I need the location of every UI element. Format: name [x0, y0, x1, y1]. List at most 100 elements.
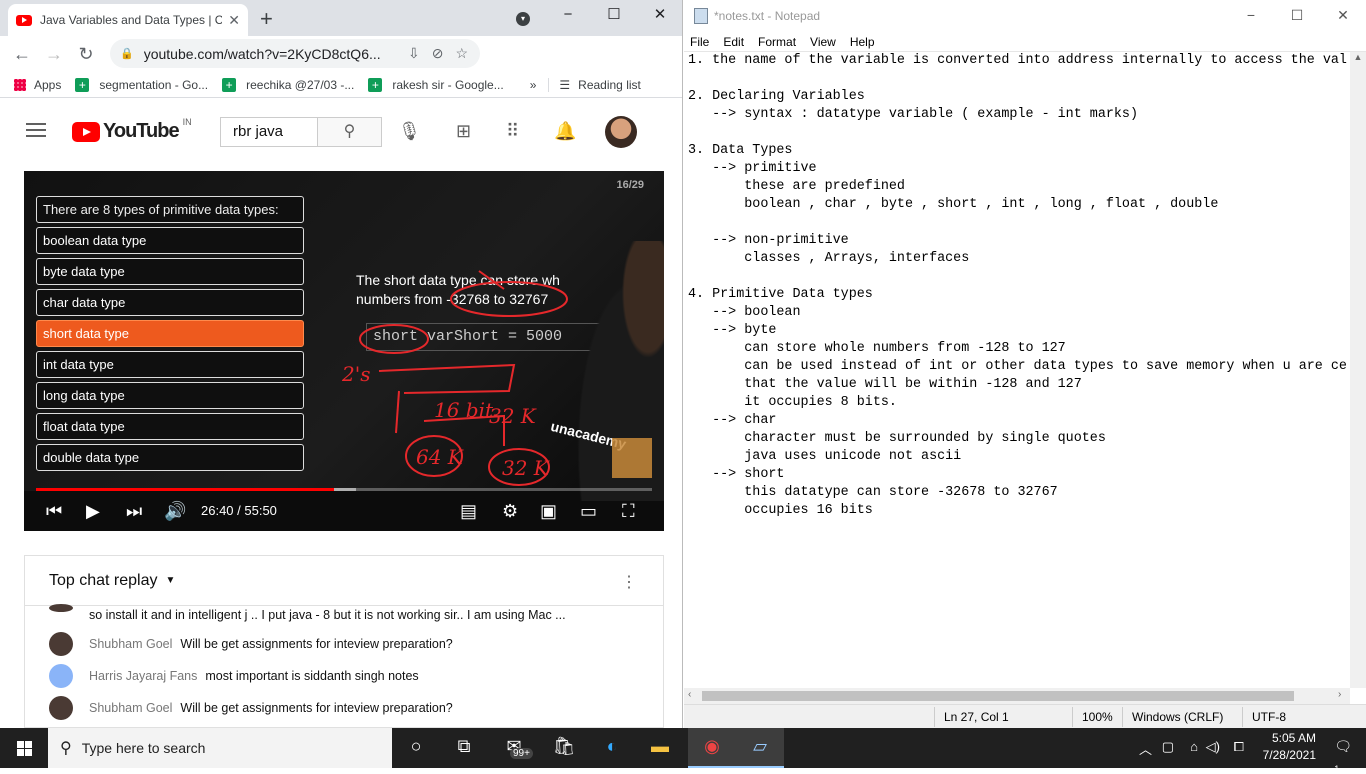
text-line: --> syntax : datatype variable ( example… — [688, 107, 1138, 122]
create-video-icon[interactable]: ⊞ — [456, 121, 471, 142]
apps-icon[interactable]: ⠿ — [506, 121, 519, 142]
bookmark-apps[interactable]: Apps — [14, 78, 61, 92]
menu-help[interactable]: Help — [850, 35, 875, 49]
tab-close-icon[interactable]: ✕ — [228, 12, 240, 29]
chevron-down-icon: ▼ — [165, 575, 176, 586]
maximize-button[interactable]: ☐ — [1274, 0, 1320, 32]
chat-text: Will be get assignments for inteview pre… — [180, 637, 453, 651]
pen-annotations: 2's 16 bit 32 K 64 K 32 K — [341, 270, 568, 486]
chat-author[interactable]: Shubham Goel — [89, 637, 172, 651]
bookmarks-overflow-button[interactable]: » — [530, 78, 537, 92]
text-line: can be used instead of int or other data… — [688, 359, 1347, 374]
reading-list-button[interactable]: ☰ Reading list — [548, 77, 641, 92]
ink-label: 16 bit — [434, 398, 494, 422]
video-progress-bar[interactable] — [36, 488, 652, 491]
hamburger-menu-icon[interactable] — [26, 123, 46, 137]
youtube-favicon-icon — [16, 14, 32, 26]
chat-header[interactable]: Top chat replay ▼ — [25, 556, 663, 606]
file-explorer-icon[interactable]: ▬ — [636, 736, 684, 757]
volume-icon[interactable]: ◁) — [1206, 739, 1220, 755]
chat-author[interactable]: Harris Jayaraj Fans — [89, 669, 197, 683]
theater-mode-icon[interactable]: ▭ — [580, 501, 597, 522]
bookmark-reechika[interactable]: + reechika @27/03 -... — [222, 77, 354, 92]
tab-search-icon[interactable]: ▾ — [516, 12, 530, 26]
chat-author[interactable]: Shubham Goel — [89, 701, 172, 715]
edge-icon[interactable]: ◐ — [588, 736, 636, 757]
play-icon[interactable]: ▶ — [86, 501, 100, 522]
encoding: UTF-8 — [1252, 710, 1286, 724]
url-text[interactable]: youtube.com/watch?v=2KyCD8ctQ6... — [144, 46, 408, 62]
text-line: classes , Arrays, interfaces — [688, 251, 970, 266]
horizontal-scrollbar[interactable]: ‹ › — [684, 688, 1350, 704]
menu-format[interactable]: Format — [758, 35, 796, 49]
video-player[interactable]: 16/29 There are 8 types of primitive dat… — [24, 171, 664, 531]
menu-file[interactable]: File — [690, 35, 709, 49]
scrollbar-thumb[interactable] — [702, 691, 1294, 701]
maximize-button[interactable]: ☐ — [591, 0, 637, 32]
reload-icon[interactable]: ↻ — [70, 44, 102, 65]
scroll-left-icon[interactable]: ‹ — [688, 689, 691, 700]
search-input[interactable]: rbr java — [221, 118, 317, 146]
next-icon[interactable]: ⏭ — [126, 501, 142, 522]
youtube-play-icon — [72, 121, 100, 142]
microphone-icon[interactable]: 🎙 — [398, 121, 421, 142]
back-icon[interactable]: ← — [6, 44, 38, 65]
install-icon[interactable]: ⇩ — [408, 45, 420, 62]
account-avatar[interactable] — [605, 116, 637, 148]
clock[interactable]: 5:05 AM 7/28/2021 — [1254, 731, 1316, 762]
chat-replay-panel: Top chat replay ▼ ⋮ so install it and in… — [24, 555, 664, 728]
bookmark-label: segmentation - Go... — [99, 77, 209, 92]
mail-app-icon[interactable]: ✉ 99+ — [490, 736, 538, 759]
action-icon[interactable]: ⧠ — [1234, 739, 1244, 755]
text-line: 4. Primitive Data types — [688, 287, 873, 302]
bookmark-rakesh[interactable]: + rakesh sir - Google... — [368, 77, 504, 92]
settings-gear-icon[interactable]: ⚙ — [502, 501, 518, 522]
notification-center-icon[interactable]: 🗨1 — [1334, 738, 1352, 774]
tracking-blocked-icon[interactable]: ⊘ — [432, 45, 444, 62]
chrome-taskbar-icon[interactable]: ◉ — [688, 728, 736, 768]
player-controls: ⏮ ▶ ⏭ 🔊 26:40 / 55:50 ▤ ⚙ ▣ ▭ ⛶ — [24, 495, 664, 531]
show-hidden-icons-icon[interactable]: ︿ — [1139, 739, 1152, 758]
tab-title: Java Variables and Data Types | Core Jav… — [40, 13, 222, 27]
chat-message: Shubham Goel Will be get assignments for… — [49, 696, 453, 720]
search-button[interactable]: ⚲ — [317, 118, 381, 146]
text-editor[interactable]: 1. the name of the variable is converted… — [688, 52, 1350, 688]
search-icon: ⚲ — [60, 740, 72, 757]
close-window-button[interactable]: ✕ — [637, 0, 682, 32]
notepad-taskbar-icon[interactable]: ▱ — [736, 728, 784, 768]
bookmark-star-icon[interactable]: ☆ — [455, 45, 468, 62]
channel-watermark-logo[interactable] — [612, 438, 652, 478]
menu-edit[interactable]: Edit — [723, 35, 744, 49]
new-tab-button[interactable]: + — [260, 6, 273, 32]
task-view-icon[interactable]: ⧉ — [440, 736, 488, 757]
taskbar: ⚲ Type here to search ○ ⧉ ✉ 99+ 🛍 ◐ ▬ ◉ ▱… — [0, 728, 1366, 774]
cortana-icon[interactable]: ○ — [392, 736, 440, 757]
miniplayer-icon[interactable]: ▣ — [540, 501, 557, 522]
scroll-right-icon[interactable]: › — [1338, 689, 1341, 700]
network-icon[interactable]: ⌂ — [1190, 739, 1198, 754]
minimize-button[interactable]: − — [545, 0, 591, 32]
address-bar[interactable]: 🔒 youtube.com/watch?v=2KyCD8ctQ6... ⇩ ⊘ … — [110, 39, 480, 68]
scroll-up-icon[interactable]: ▲ — [1350, 52, 1366, 62]
notifications-bell-icon[interactable]: 🔔 — [554, 121, 576, 142]
forward-icon[interactable]: → — [38, 44, 70, 65]
bookmark-segmentation[interactable]: + segmentation - Go... — [75, 77, 209, 92]
fullscreen-icon[interactable]: ⛶ — [622, 501, 635, 522]
minimize-button[interactable]: − — [1228, 0, 1274, 32]
volume-icon[interactable]: 🔊 — [164, 501, 186, 522]
vertical-scrollbar[interactable]: ▲ — [1350, 52, 1366, 688]
youtube-logo[interactable]: YouTube IN — [72, 117, 192, 143]
subtitles-icon[interactable]: ▤ — [460, 501, 477, 522]
text-line: --> short — [688, 467, 785, 482]
window-title: *notes.txt - Notepad — [714, 9, 821, 23]
start-button[interactable] — [0, 728, 48, 768]
menu-view[interactable]: View — [810, 35, 836, 49]
taskbar-search[interactable]: ⚲ Type here to search — [48, 728, 392, 768]
more-options-icon[interactable]: ⋮ — [621, 572, 637, 592]
store-icon[interactable]: 🛍 — [540, 736, 588, 757]
status-divider — [1122, 707, 1123, 727]
browser-tab[interactable]: Java Variables and Data Types | Core Jav… — [8, 4, 248, 36]
meet-now-icon[interactable]: ▢ — [1162, 739, 1174, 755]
close-window-button[interactable]: ✕ — [1320, 0, 1366, 32]
previous-icon[interactable]: ⏮ — [46, 501, 62, 522]
